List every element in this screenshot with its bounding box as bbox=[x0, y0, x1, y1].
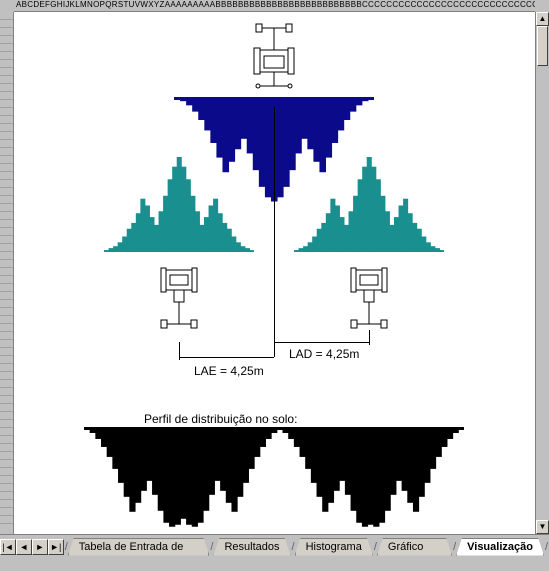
right-distribution bbox=[294, 152, 444, 252]
scroll-up-button[interactable]: ▲ bbox=[536, 12, 549, 26]
tab-separator: / bbox=[65, 541, 68, 553]
tab-grafico[interactable]: Gráfico (CV) bbox=[377, 538, 452, 556]
lad-tick-right bbox=[369, 330, 370, 345]
tab-nav-last[interactable]: ►| bbox=[48, 539, 64, 555]
row-header bbox=[0, 12, 14, 534]
center-axis-line bbox=[274, 107, 275, 357]
profile-title: Perfil de distribuição no solo: bbox=[144, 412, 297, 426]
tab-resultados[interactable]: Resultados bbox=[213, 538, 290, 556]
scroll-down-button[interactable]: ▼ bbox=[536, 520, 549, 534]
tab-nav-prev[interactable]: ◄ bbox=[16, 539, 32, 555]
column-header: ABCDEFGHIJKLMNOPQRSTUVWXYZAAAAAAAAABBBBB… bbox=[14, 0, 535, 12]
tab-nav-first[interactable]: |◄ bbox=[0, 539, 16, 555]
tab-tabela[interactable]: Tabela de Entrada de dados bbox=[68, 538, 210, 556]
tab-visualizacao[interactable]: Visualização bbox=[456, 538, 544, 556]
lae-tick-left bbox=[179, 342, 180, 360]
lae-dim-line bbox=[179, 357, 274, 358]
left-distribution bbox=[104, 152, 254, 252]
scroll-thumb[interactable] bbox=[537, 26, 548, 66]
tab-histograma[interactable]: Histograma bbox=[295, 538, 373, 556]
combined-profile bbox=[84, 427, 464, 532]
sprayer-top-icon bbox=[244, 22, 304, 92]
worksheet-canvas: LAE = 4,25m LAD = 4,25m Perfil de distri… bbox=[14, 12, 535, 534]
vertical-scrollbar[interactable]: ▲ ▼ bbox=[535, 12, 549, 534]
lad-dim-line bbox=[274, 342, 369, 343]
lae-label: LAE = 4,25m bbox=[194, 364, 264, 378]
sprayer-left-icon bbox=[154, 262, 204, 342]
tab-nav-next[interactable]: ► bbox=[32, 539, 48, 555]
sheet-tab-strip: |◄ ◄ ► ►| / Tabela de Entrada de dados /… bbox=[0, 534, 549, 558]
lad-label: LAD = 4,25m bbox=[289, 347, 359, 361]
